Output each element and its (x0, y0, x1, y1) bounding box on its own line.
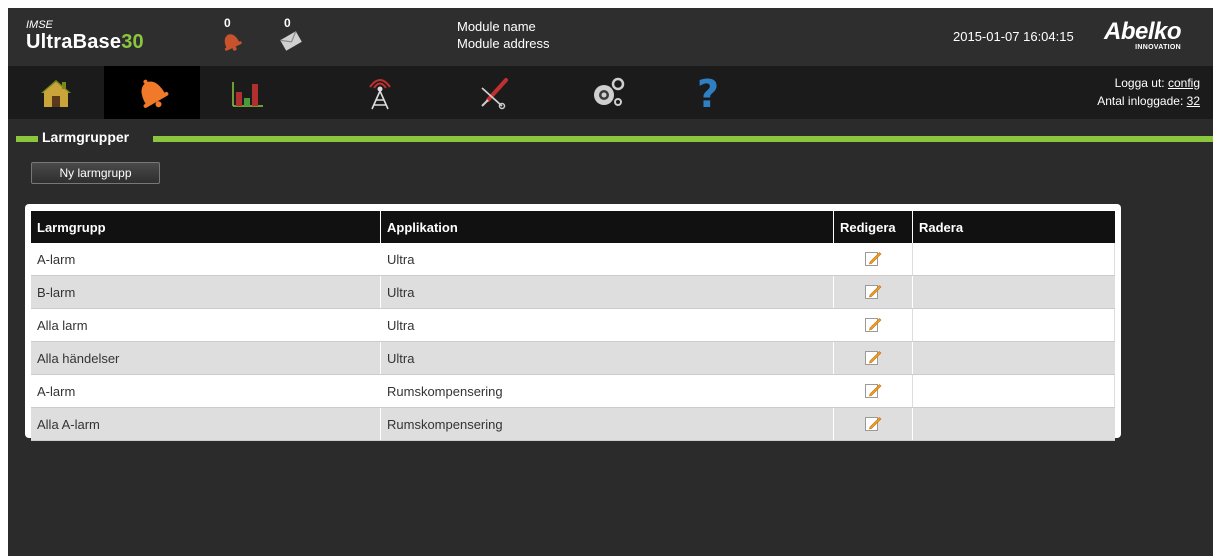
gears-icon (594, 77, 625, 106)
brand-main: UltraBase (26, 31, 122, 53)
main-nav: ? Logga ut: config Antal inloggade: 32 (8, 66, 1213, 119)
svg-text:?: ? (697, 73, 719, 113)
cell-group: A-larm (31, 374, 381, 408)
logged-in-label: Antal inloggade: (1097, 94, 1184, 108)
home-icon (41, 79, 71, 107)
top-header: IMSE UltraBase30 0 0 Module name Module … (8, 8, 1213, 66)
alarm-groups-table: Larmgrupp Applikation Redigera Radera A-… (31, 211, 1115, 441)
help-icon: ? (697, 73, 719, 113)
section-bar-right (153, 136, 1213, 142)
edit-icon (865, 350, 882, 365)
message-counter[interactable]: 0 (280, 16, 302, 51)
tools-icon (481, 77, 508, 109)
module-info: Module name Module address (457, 18, 550, 52)
cell-application: Rumskompensering (380, 407, 834, 441)
edit-button[interactable] (833, 243, 913, 276)
cell-delete (912, 341, 1115, 375)
cell-group: Alla A-larm (31, 407, 381, 441)
section-bar-left (16, 136, 38, 142)
cell-delete (912, 275, 1115, 309)
cell-delete (912, 243, 1115, 276)
alarm-bell-small-icon (224, 34, 242, 51)
nav-home[interactable] (8, 66, 104, 119)
new-alarm-group-button[interactable]: Ny larmgrupp (31, 162, 160, 184)
datetime: 2015-01-07 16:04:15 (953, 29, 1074, 44)
table-row: Alla händelser Ultra (31, 341, 1115, 375)
edit-icon (865, 284, 882, 299)
abelko-logo: Abelko INNOVATION (1104, 18, 1182, 52)
brand-top: IMSE (26, 19, 53, 31)
edit-button[interactable] (833, 374, 913, 408)
edit-icon (865, 416, 882, 431)
edit-button[interactable] (833, 308, 913, 342)
module-name: Module name (457, 19, 536, 34)
brand-logo: IMSE UltraBase30 (26, 19, 144, 54)
brand-number: 30 (121, 31, 144, 53)
col-header-group[interactable]: Larmgrupp (31, 211, 381, 243)
table-header-row: Larmgrupp Applikation Redigera Radera (31, 211, 1115, 243)
section-title: Larmgrupper (42, 129, 130, 145)
col-header-delete: Radera (912, 211, 1115, 243)
cell-delete (912, 374, 1115, 408)
alarm-count: 0 (224, 16, 231, 30)
table-row: A-larm Rumskompensering (31, 374, 1115, 408)
nav-communication[interactable] (332, 66, 428, 119)
cell-group: Alla larm (31, 308, 381, 342)
table-row: A-larm Ultra (31, 243, 1115, 276)
alarm-bell-icon (141, 79, 169, 108)
col-header-edit: Redigera (833, 211, 913, 243)
table-row: Alla A-larm Rumskompensering (31, 407, 1115, 441)
edit-button[interactable] (833, 275, 913, 309)
module-address: Module address (457, 36, 550, 51)
cell-group: Alla händelser (31, 341, 381, 375)
logout-user-link[interactable]: config (1168, 76, 1200, 90)
user-info: Logga ut: config Antal inloggade: 32 (1097, 74, 1200, 110)
logout-label: Logga ut: (1114, 76, 1165, 90)
alarm-groups-panel: Larmgrupp Applikation Redigera Radera A-… (25, 204, 1121, 441)
cell-delete (912, 308, 1115, 342)
edit-icon (865, 383, 882, 398)
edit-button[interactable] (833, 341, 913, 375)
app-window: IMSE UltraBase30 0 0 Module name Module … (8, 8, 1213, 556)
edit-button[interactable] (833, 407, 913, 441)
col-header-application[interactable]: Applikation (380, 211, 834, 243)
nav-help[interactable]: ? (660, 66, 756, 119)
nav-trends[interactable] (200, 66, 296, 119)
alarm-counter[interactable]: 0 (224, 16, 242, 51)
cell-group: A-larm (31, 243, 381, 276)
logo-sub: INNOVATION (1135, 44, 1182, 51)
cell-application: Ultra (380, 308, 834, 342)
envelope-icon (280, 31, 302, 51)
cell-application: Rumskompensering (380, 374, 834, 408)
bar-chart-icon (232, 81, 263, 107)
cell-group: B-larm (31, 275, 381, 309)
table-row: Alla larm Ultra (31, 308, 1115, 342)
edit-icon (865, 251, 882, 266)
table-row: B-larm Ultra (31, 275, 1115, 309)
nav-system[interactable] (560, 66, 656, 119)
message-count: 0 (284, 16, 291, 30)
cell-delete (912, 407, 1115, 441)
edit-icon (865, 317, 882, 332)
logged-in-count-link[interactable]: 32 (1187, 94, 1200, 108)
cell-application: Ultra (380, 275, 834, 309)
nav-settings-tools[interactable] (446, 66, 542, 119)
cell-application: Ultra (380, 243, 834, 276)
antenna-icon (369, 78, 391, 109)
cell-application: Ultra (380, 341, 834, 375)
section-heading: Larmgrupper (8, 126, 1213, 150)
nav-alarms[interactable] (104, 66, 200, 119)
logo-main: Abelko (1104, 18, 1182, 45)
